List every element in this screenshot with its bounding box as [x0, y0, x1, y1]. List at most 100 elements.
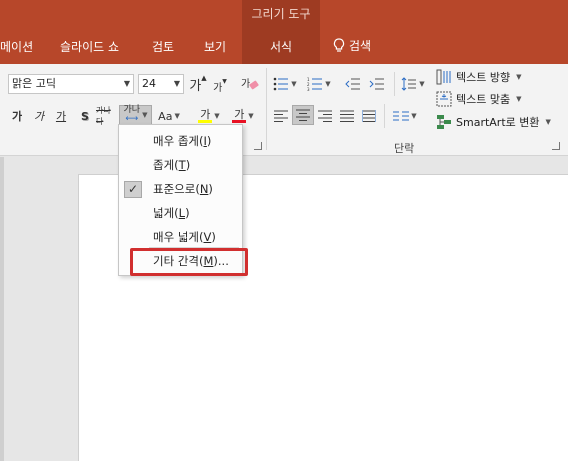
font-name-value: 맑은 고딕 — [12, 77, 56, 90]
up-arrow-icon: ▲ — [201, 74, 207, 82]
menu-item-label: 넓게( — [153, 206, 179, 220]
menu-item-very-loose[interactable]: 매우 넓게(V) — [119, 225, 242, 249]
menu-item-very-tight[interactable]: 매우 좁게(I) — [119, 129, 242, 153]
tab-animations[interactable]: 메이션 — [0, 38, 33, 55]
smartart-label: SmartArt로 변환 — [456, 116, 540, 129]
tab-slide-show[interactable]: 슬라이드 쇼 — [60, 38, 119, 55]
align-text-icon — [436, 91, 452, 107]
chevron-down-icon: ▼ — [419, 80, 425, 88]
decrease-indent-button[interactable] — [344, 74, 362, 94]
group-divider — [384, 104, 385, 128]
annotation-highlight-box — [130, 248, 248, 276]
clear-formatting-button[interactable]: 가 — [240, 74, 260, 94]
chevron-down-icon: ▼ — [173, 79, 180, 88]
menu-item-suffix: ) — [211, 230, 216, 244]
character-spacing-button[interactable]: 가나 ⟷ ▼ — [119, 105, 152, 125]
chevron-down-icon: ▼ — [214, 112, 220, 120]
menu-item-suffix: ) — [185, 206, 190, 220]
text-direction-button[interactable]: 텍스트 방향 ▼ — [436, 69, 522, 85]
menu-item-loose[interactable]: 넓게(L) — [119, 201, 242, 225]
convert-smartart-button[interactable]: SmartArt로 변환 ▼ — [436, 114, 551, 130]
menu-item-suffix: ) — [185, 158, 191, 172]
align-text-label: 텍스트 맞춤 — [456, 93, 511, 106]
menu-item-suffix: ) — [208, 182, 213, 196]
menu-item-tight[interactable]: 좁게(T) — [119, 153, 242, 177]
tab-review[interactable]: 검토 — [152, 38, 174, 55]
chevron-down-icon: ▼ — [123, 79, 130, 88]
tab-format[interactable]: 서식 — [242, 38, 320, 64]
highlight-glyph: 가 — [200, 108, 211, 121]
align-right-button[interactable] — [316, 106, 334, 126]
tell-me-search[interactable]: 검색 — [333, 37, 371, 54]
chevron-down-icon: ▼ — [411, 112, 417, 120]
columns-button[interactable]: ▼ — [390, 106, 420, 126]
font-name-combo[interactable]: 맑은 고딕 ▼ — [8, 74, 134, 94]
decrease-indent-icon — [345, 77, 361, 91]
ribbon: 맑은 고딕 ▼ 24 ▼ 가 ▲ 가 ▼ 가 가 가 가 S 가나다 가나 ⟷ ▼ … — [0, 64, 568, 156]
smartart-icon — [436, 114, 452, 130]
font-dialog-launcher-icon[interactable] — [254, 142, 262, 150]
change-case-button[interactable]: Aa ▼ — [154, 106, 184, 126]
align-right-icon — [318, 110, 332, 122]
chevron-down-icon: ▼ — [248, 112, 254, 120]
group-divider — [394, 72, 395, 96]
italic-button[interactable]: 가 — [32, 106, 46, 126]
font-color-glyph: 가 — [234, 108, 245, 121]
line-spacing-button[interactable]: ▼ — [400, 74, 426, 94]
strikethrough-button[interactable]: 가나다 — [96, 106, 118, 126]
chevron-down-icon: ▼ — [174, 112, 180, 120]
menu-item-label: 매우 넓게( — [153, 230, 204, 244]
font-size-combo[interactable]: 24 ▼ — [138, 74, 184, 94]
text-shadow-button[interactable]: S — [78, 106, 92, 126]
align-left-icon — [274, 110, 288, 122]
eraser-icon: 가 — [241, 76, 259, 92]
menu-item-label: 표준으로( — [153, 182, 200, 196]
distributed-align-icon — [362, 110, 376, 122]
font-color-icon: 가 — [232, 108, 247, 123]
paragraph-group-label: 단락 — [394, 142, 415, 155]
text-direction-icon — [436, 69, 452, 85]
menu-item-accesskey: T — [178, 158, 186, 172]
change-case-glyph: Aa — [158, 109, 173, 123]
underline-button[interactable]: 가 — [54, 106, 68, 126]
svg-text:가: 가 — [241, 78, 250, 90]
numbering-button[interactable]: 123 ▼ — [306, 74, 332, 94]
font-color-button[interactable]: 가 ▼ — [228, 106, 258, 126]
highlight-color-button[interactable]: 가 ▼ — [194, 106, 224, 126]
highlighter-icon: 가 — [198, 108, 213, 123]
lightbulb-icon — [333, 38, 345, 53]
line-spacing-icon — [401, 77, 417, 91]
text-direction-label: 텍스트 방향 — [456, 71, 511, 84]
align-left-button[interactable] — [272, 106, 290, 126]
increase-indent-button[interactable] — [368, 74, 386, 94]
down-arrow-icon: ▼ — [222, 77, 227, 85]
character-spacing-icon: 가나 ⟷ — [124, 106, 141, 124]
chevron-down-icon: ▼ — [142, 111, 148, 119]
align-center-button[interactable] — [292, 105, 314, 125]
chevron-down-icon: ▼ — [516, 95, 522, 103]
font-size-value: 24 — [142, 77, 156, 90]
distributed-button[interactable] — [360, 106, 378, 126]
tab-view[interactable]: 보기 — [204, 38, 226, 55]
shrink-font-glyph: 가 — [213, 82, 223, 94]
bold-button[interactable]: 가 — [10, 106, 24, 126]
bullets-button[interactable]: ▼ — [272, 74, 298, 94]
chevron-down-icon: ▼ — [291, 80, 297, 88]
menu-item-normal[interactable]: ✓ 표준으로(N) — [119, 177, 242, 201]
justify-icon — [340, 110, 354, 122]
shrink-font-button[interactable]: 가 ▼ — [212, 76, 228, 96]
context-group-title: 그리기 도구 — [251, 7, 311, 21]
menu-item-suffix: ) — [206, 134, 212, 148]
align-text-button[interactable]: 텍스트 맞춤 ▼ — [436, 91, 522, 107]
paragraph-dialog-launcher-icon[interactable] — [552, 142, 560, 150]
highlight-swatch — [198, 120, 213, 123]
bullet-list-icon — [273, 77, 289, 91]
double-arrow-icon: ⟷ — [125, 114, 139, 124]
chevron-down-icon: ▼ — [516, 73, 522, 81]
grow-font-button[interactable]: 가 ▲ — [189, 74, 207, 94]
font-color-swatch — [232, 120, 247, 123]
columns-icon — [393, 110, 410, 122]
chevron-down-icon: ▼ — [325, 80, 331, 88]
thumbnail-pane-edge — [0, 157, 4, 461]
justify-button[interactable] — [338, 106, 356, 126]
